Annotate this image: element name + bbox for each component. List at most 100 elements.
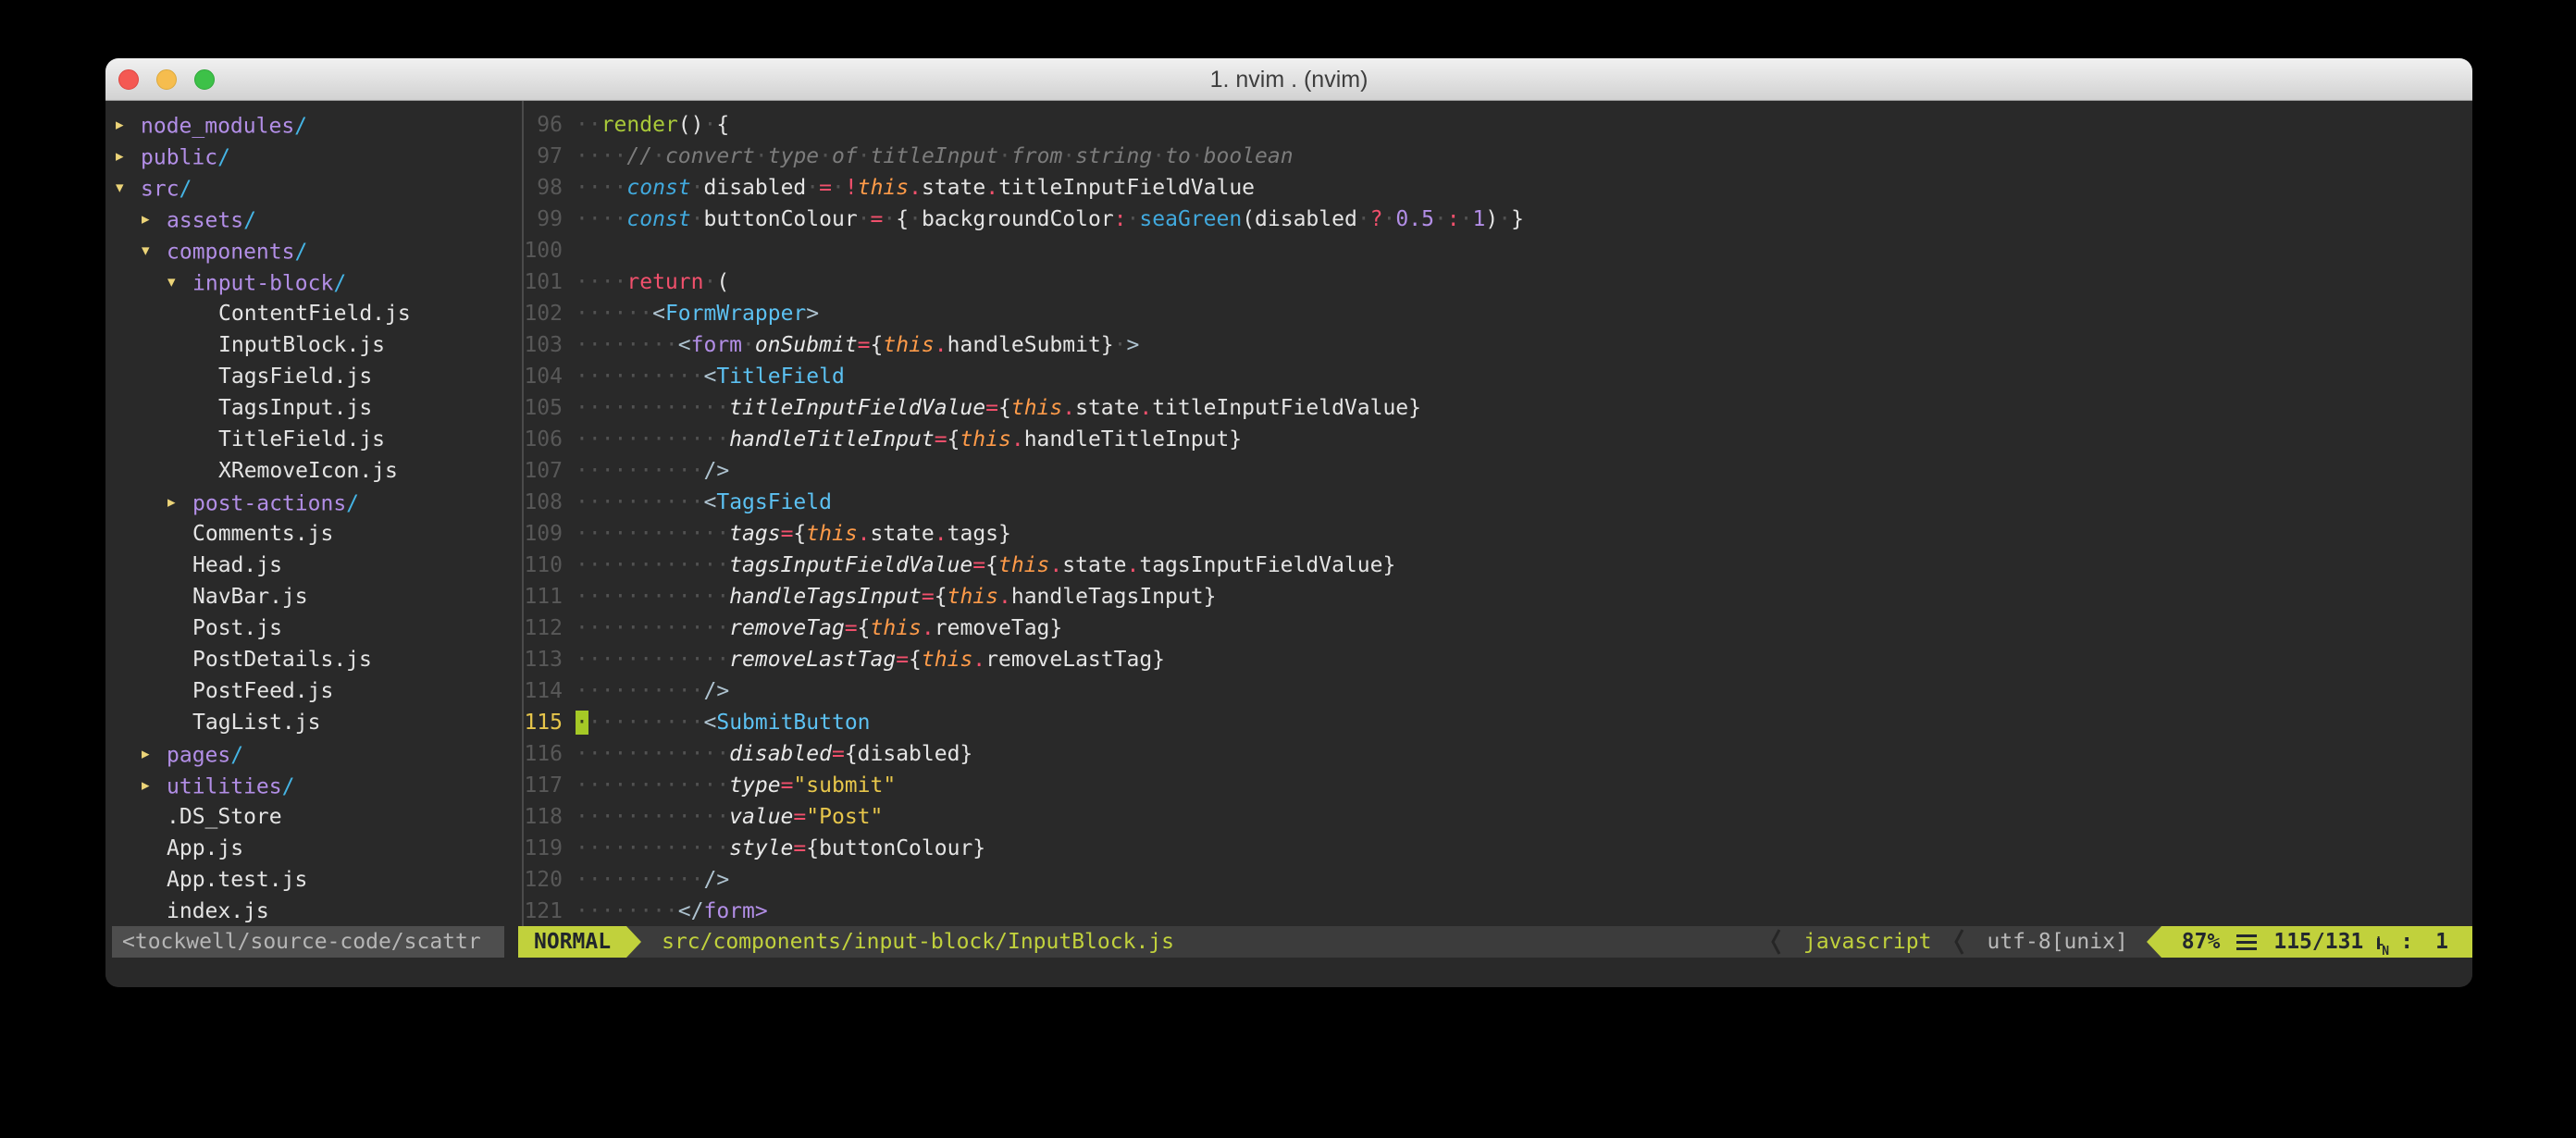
- line-number: 97: [524, 141, 563, 172]
- tree-item-dir[interactable]: ▸pages/: [105, 738, 513, 770]
- tree-item-file[interactable]: .DS_Store: [105, 801, 513, 833]
- tree-item-file[interactable]: XRemoveIcon.js: [105, 455, 513, 487]
- chevron-closed-icon: ▸: [142, 738, 167, 773]
- colon-separator: :: [2400, 926, 2413, 958]
- scroll-percent: 87%: [2182, 926, 2221, 958]
- tree-item-file[interactable]: App.js: [105, 833, 513, 864]
- line-number: 100: [524, 235, 563, 266]
- code-line[interactable]: 117············type="submit": [524, 770, 2472, 801]
- line-number: 102: [524, 298, 563, 329]
- powerline-arrow-icon: [626, 926, 641, 958]
- line-position: 115/131: [2273, 926, 2363, 958]
- tree-item-dir[interactable]: ▸assets/: [105, 204, 513, 235]
- code-line[interactable]: 115··········<SubmitButton: [524, 707, 2472, 738]
- code-line[interactable]: 100: [524, 235, 2472, 266]
- code-line[interactable]: 97····//·convert·type·of·titleInput·from…: [524, 141, 2472, 172]
- chevron-closed-icon: ▸: [116, 109, 141, 144]
- code-line[interactable]: 111············handleTagsInput={this.han…: [524, 581, 2472, 612]
- line-number: 118: [524, 801, 563, 833]
- line-number: 114: [524, 675, 563, 707]
- code-line[interactable]: 99····const·buttonColour·=·{·backgroundC…: [524, 204, 2472, 235]
- line-number: 98: [524, 172, 563, 204]
- terminal-content: ▸node_modules/▸public/▾src/▸assets/▾comp…: [105, 101, 2472, 986]
- column-number: 1: [2435, 926, 2448, 958]
- statusline: NORMAL src/components/input-block/InputB…: [518, 926, 2472, 958]
- line-number: 96: [524, 109, 563, 141]
- code-line[interactable]: 105············titleInputFieldValue={thi…: [524, 392, 2472, 424]
- command-line[interactable]: [105, 958, 2472, 986]
- line-number: 116: [524, 738, 563, 770]
- cursor: ·: [576, 711, 588, 735]
- filetype-indicator: javascript: [1803, 926, 1931, 958]
- code-line[interactable]: 110············tagsInputFieldValue={this…: [524, 550, 2472, 581]
- tree-item-file[interactable]: TitleField.js: [105, 424, 513, 455]
- tree-item-file[interactable]: PostDetails.js: [105, 644, 513, 675]
- line-number: 108: [524, 487, 563, 518]
- tree-item-file[interactable]: Head.js: [105, 550, 513, 581]
- mode-indicator: NORMAL: [518, 926, 626, 958]
- chevron-closed-icon: ▸: [142, 770, 167, 805]
- code-line[interactable]: 118············value="Post": [524, 801, 2472, 833]
- code-line[interactable]: 112············removeTag={this.removeTag…: [524, 612, 2472, 644]
- tree-item-dir[interactable]: ▸public/: [105, 141, 513, 172]
- code-line[interactable]: 120··········/>: [524, 864, 2472, 896]
- file-tree: ▸node_modules/▸public/▾src/▸assets/▾comp…: [105, 109, 513, 927]
- file-path: src/components/input-block/InputBlock.js: [662, 926, 1174, 958]
- code-line[interactable]: 114··········/>: [524, 675, 2472, 707]
- line-number: 112: [524, 612, 563, 644]
- tree-item-file[interactable]: Comments.js: [105, 518, 513, 550]
- line-number-icon: LN: [2374, 928, 2393, 956]
- chevron-closed-icon: ▸: [116, 141, 141, 176]
- tree-item-dir[interactable]: ▾src/: [105, 172, 513, 204]
- tree-item-file[interactable]: ContentField.js: [105, 298, 513, 329]
- chevron-open-icon: ▾: [116, 172, 141, 207]
- tree-item-file[interactable]: NavBar.js: [105, 581, 513, 612]
- code-line[interactable]: 103········<form·onSubmit={this.handleSu…: [524, 329, 2472, 361]
- code-line[interactable]: 107··········/>: [524, 455, 2472, 487]
- tree-item-dir[interactable]: ▾components/: [105, 235, 513, 266]
- tree-item-file[interactable]: TagsField.js: [105, 361, 513, 392]
- code-line[interactable]: 104··········<TitleField: [524, 361, 2472, 392]
- tree-item-dir[interactable]: ▸node_modules/: [105, 109, 513, 141]
- tree-item-dir[interactable]: ▾input-block/: [105, 266, 513, 298]
- tree-item-file[interactable]: Post.js: [105, 612, 513, 644]
- tree-item-dir[interactable]: ▸utilities/: [105, 770, 513, 801]
- code-line[interactable]: 98····const·disabled·=·!this.state.title…: [524, 172, 2472, 204]
- code-line[interactable]: 96··render()·{: [524, 109, 2472, 141]
- code-line[interactable]: 109············tags={this.state.tags}: [524, 518, 2472, 550]
- line-number: 115: [524, 707, 563, 738]
- tree-item-file[interactable]: TagList.js: [105, 707, 513, 738]
- tree-item-file[interactable]: App.test.js: [105, 864, 513, 896]
- tree-item-file[interactable]: PostFeed.js: [105, 675, 513, 707]
- chevron-closed-icon: ▸: [167, 487, 192, 522]
- line-number: 121: [524, 896, 563, 927]
- titlebar[interactable]: 1. nvim . (nvim): [105, 58, 2472, 101]
- tree-item-file[interactable]: InputBlock.js: [105, 329, 513, 361]
- line-number: 106: [524, 424, 563, 455]
- code-line[interactable]: 102······<FormWrapper>: [524, 298, 2472, 329]
- code-line[interactable]: 113············removeLastTag={this.remov…: [524, 644, 2472, 675]
- chevron-open-icon: ▾: [167, 266, 192, 302]
- line-number: 105: [524, 392, 563, 424]
- tree-path: <tockwell/source-code/scattr: [122, 930, 481, 954]
- chevron-closed-icon: ▸: [142, 204, 167, 239]
- code-line[interactable]: 121········</form>: [524, 896, 2472, 927]
- chevron-left-icon: [1953, 927, 1964, 957]
- line-number: 119: [524, 833, 563, 864]
- tree-item-file[interactable]: index.js: [105, 896, 513, 927]
- line-number: 110: [524, 550, 563, 581]
- code-line[interactable]: 116············disabled={disabled}: [524, 738, 2472, 770]
- code-line[interactable]: 101····return·(: [524, 266, 2472, 298]
- line-number: 101: [524, 266, 563, 298]
- chevron-open-icon: ▾: [142, 235, 167, 270]
- code-line[interactable]: 108··········<TagsField: [524, 487, 2472, 518]
- line-number: 103: [524, 329, 563, 361]
- code-line[interactable]: 119············style={buttonColour}: [524, 833, 2472, 864]
- tree-item-file[interactable]: TagsInput.js: [105, 392, 513, 424]
- line-number: 99: [524, 204, 563, 235]
- tree-item-dir[interactable]: ▸post-actions/: [105, 487, 513, 518]
- powerline-arrow-left-icon: [2147, 926, 2161, 958]
- code-editor[interactable]: 96··render()·{97····//·convert·type·of·t…: [524, 109, 2472, 927]
- line-number: 113: [524, 644, 563, 675]
- code-line[interactable]: 106············handleTitleInput={this.ha…: [524, 424, 2472, 455]
